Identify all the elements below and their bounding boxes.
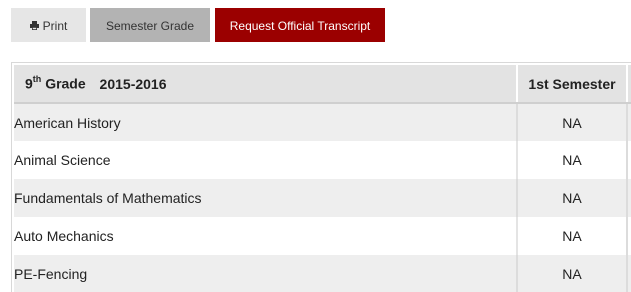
course-name: PE-Fencing	[14, 255, 518, 292]
grade-value: NA	[517, 179, 628, 217]
grade-year-header: 9th Grade 2015-2016	[14, 65, 518, 104]
table-row: American History NA	[14, 103, 631, 141]
extra-cell	[627, 255, 631, 292]
table-row: Fundamentals of Mathematics NA	[14, 179, 631, 217]
print-button-label: Print	[42, 19, 68, 33]
grade-suffix: th	[32, 74, 42, 85]
extra-cell	[627, 103, 631, 141]
course-name: Animal Science	[14, 141, 518, 179]
school-year: 2015-2016	[99, 75, 167, 92]
table-row: Auto Mechanics NA	[14, 217, 631, 255]
course-name: Auto Mechanics	[14, 217, 518, 255]
grades-table: 9th Grade 2015-2016 1st Semester America…	[14, 65, 631, 292]
extra-cell	[627, 179, 631, 217]
grade-number: 9	[25, 75, 33, 92]
table-header-row: 9th Grade 2015-2016 1st Semester	[14, 65, 631, 104]
table-row: Animal Science NA	[14, 141, 631, 179]
extra-cell	[627, 141, 631, 179]
table-row: PE-Fencing NA	[14, 255, 631, 292]
grade-value: NA	[517, 141, 628, 179]
grade-value: NA	[517, 255, 628, 292]
semester-header: 1st Semester	[517, 65, 628, 104]
grade-word: Grade	[45, 75, 86, 92]
semester-grade-button[interactable]: Semester Grade	[90, 8, 210, 42]
grades-table-container: 9th Grade 2015-2016 1st Semester America…	[11, 62, 631, 292]
course-name: Fundamentals of Mathematics	[14, 179, 518, 217]
grade-value: NA	[517, 217, 628, 255]
extra-cell	[627, 217, 631, 255]
request-transcript-button[interactable]: Request Official Transcript	[215, 8, 385, 42]
course-name: American History	[14, 103, 518, 141]
print-button[interactable]: Print	[11, 8, 86, 42]
grade-value: NA	[517, 103, 628, 141]
printer-icon	[29, 9, 39, 43]
extra-column-header	[627, 65, 631, 104]
